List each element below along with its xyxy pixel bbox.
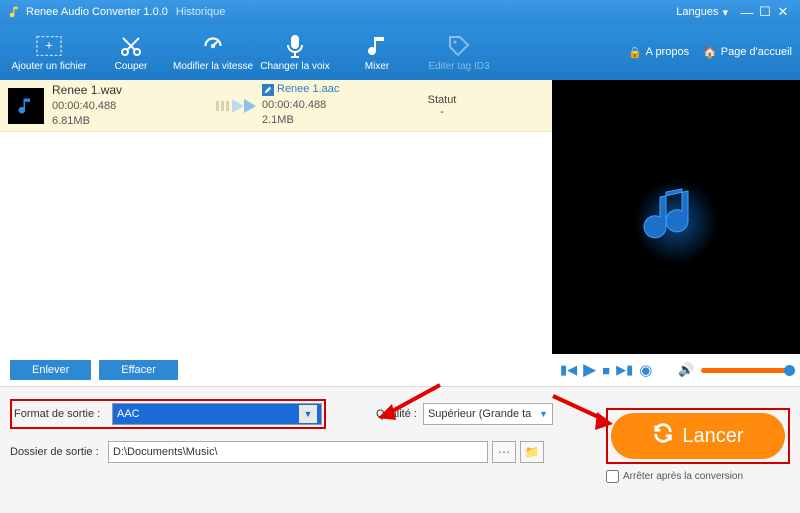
player-controls: ▮◀ ▶ ■ ▶▮ ◉ 🔊: [552, 354, 800, 386]
play-button[interactable]: ▶: [583, 360, 596, 380]
status-value: -: [402, 106, 482, 118]
edit-icon[interactable]: [262, 84, 274, 96]
folder-label: Dossier de sortie :: [10, 446, 108, 458]
cut-button[interactable]: Couper: [90, 33, 172, 72]
stop-after-checkbox[interactable]: Arrêter après la conversion: [606, 470, 790, 483]
about-link[interactable]: 🔒 A propos: [628, 46, 689, 59]
svg-text:+: +: [45, 37, 53, 52]
folder-open-button[interactable]: 📁: [520, 441, 544, 463]
source-filename: Renee 1.wav: [52, 82, 212, 99]
file-thumbnail: [8, 88, 44, 124]
main-area: Renee 1.wav 00:00:40.488 6.81MB Renee 1.…: [0, 80, 800, 354]
mix-button[interactable]: Mixer: [336, 33, 418, 72]
chevron-down-icon: ▼: [299, 405, 317, 423]
about-label: A propos: [646, 46, 689, 58]
launch-label: Lancer: [682, 425, 743, 448]
quality-value: Supérieur (Grande ta: [428, 408, 531, 420]
history-link[interactable]: Historique: [176, 6, 226, 18]
tool-label: Changer la voix: [260, 61, 329, 72]
source-file-info: Renee 1.wav 00:00:40.488 6.81MB: [52, 82, 212, 130]
lock-icon: 🔒: [628, 46, 642, 59]
speedometer-icon: [200, 33, 226, 59]
film-add-icon: +: [36, 33, 62, 59]
tag-icon: [446, 33, 472, 59]
file-list: Renee 1.wav 00:00:40.488 6.81MB Renee 1.…: [0, 80, 552, 354]
volume-slider[interactable]: [701, 368, 792, 373]
speed-button[interactable]: Modifier la vitesse: [172, 33, 254, 72]
folder-value: D:\Documents\Music\: [113, 446, 218, 458]
output-folder-input[interactable]: D:\Documents\Music\: [108, 441, 488, 463]
launch-button[interactable]: Lancer: [611, 413, 785, 459]
clear-button[interactable]: Effacer: [99, 360, 178, 380]
language-label: Langues: [676, 6, 718, 18]
output-size: 2.1MB: [262, 113, 402, 128]
next-button[interactable]: ▶▮: [616, 362, 633, 378]
source-duration: 00:00:40.488: [52, 99, 212, 114]
output-filename: Renee 1.aac: [277, 82, 339, 97]
chevron-down-icon: ▾: [722, 6, 728, 19]
output-duration: 00:00:40.488: [262, 98, 402, 113]
microphone-icon: [282, 33, 308, 59]
add-file-button[interactable]: + Ajouter un fichier: [8, 33, 90, 72]
language-dropdown[interactable]: Langues ▾: [676, 6, 728, 19]
preview-panel: [552, 80, 800, 354]
scissors-icon: [118, 33, 144, 59]
stop-button[interactable]: ■: [602, 363, 610, 378]
preview-music-icon: [626, 167, 726, 267]
quality-label: Qualité :: [376, 408, 417, 420]
status-column: Statut -: [402, 94, 482, 118]
toolbar: + Ajouter un fichier Couper Modifier la …: [0, 24, 800, 80]
tool-label: Mixer: [365, 61, 389, 72]
minimize-button[interactable]: —: [738, 5, 756, 20]
chevron-down-icon: ▼: [539, 409, 548, 419]
prev-button[interactable]: ▮◀: [560, 362, 577, 378]
folder-dotdot-button[interactable]: ⋯: [492, 441, 516, 463]
output-filename-row: Renee 1.aac: [262, 82, 402, 97]
output-file-info: Renee 1.aac 00:00:40.488 2.1MB: [262, 82, 402, 128]
snapshot-button[interactable]: ◉: [639, 361, 652, 379]
file-row[interactable]: Renee 1.wav 00:00:40.488 6.81MB Renee 1.…: [0, 80, 552, 132]
id3-button: Editer tag ID3: [418, 33, 500, 72]
app-icon: [8, 5, 22, 19]
format-highlight-box: Format de sortie : AAC ▼: [10, 399, 326, 429]
format-value: AAC: [117, 408, 140, 420]
titlebar: Renee Audio Converter 1.0.0 Historique L…: [0, 0, 800, 24]
refresh-icon: [652, 422, 674, 450]
quality-select[interactable]: Supérieur (Grande ta ▼: [423, 403, 553, 425]
launch-area: Lancer Arrêter après la conversion: [606, 408, 790, 483]
voice-button[interactable]: Changer la voix: [254, 33, 336, 72]
tool-label: Modifier la vitesse: [173, 61, 253, 72]
tool-label: Ajouter un fichier: [11, 61, 86, 72]
volume-icon[interactable]: 🔊: [678, 362, 694, 378]
home-label: Page d'accueil: [721, 46, 792, 58]
stop-after-input[interactable]: [606, 470, 619, 483]
stop-after-label: Arrêter après la conversion: [623, 471, 743, 482]
source-size: 6.81MB: [52, 114, 212, 129]
format-label: Format de sortie :: [14, 408, 112, 420]
remove-button[interactable]: Enlever: [10, 360, 91, 380]
maximize-button[interactable]: ☐: [756, 4, 774, 20]
home-link[interactable]: 🏠 Page d'accueil: [703, 46, 792, 59]
status-header: Statut: [402, 94, 482, 106]
format-select[interactable]: AAC ▼: [112, 403, 322, 425]
tool-label: Couper: [115, 61, 148, 72]
launch-highlight-box: Lancer: [606, 408, 790, 464]
tool-label: Editer tag ID3: [428, 61, 489, 72]
app-title: Renee Audio Converter 1.0.0: [26, 6, 168, 18]
music-note-icon: [364, 33, 390, 59]
home-icon: 🏠: [703, 46, 717, 59]
close-button[interactable]: ✕: [774, 4, 792, 20]
convert-arrow-icon: [212, 97, 262, 115]
